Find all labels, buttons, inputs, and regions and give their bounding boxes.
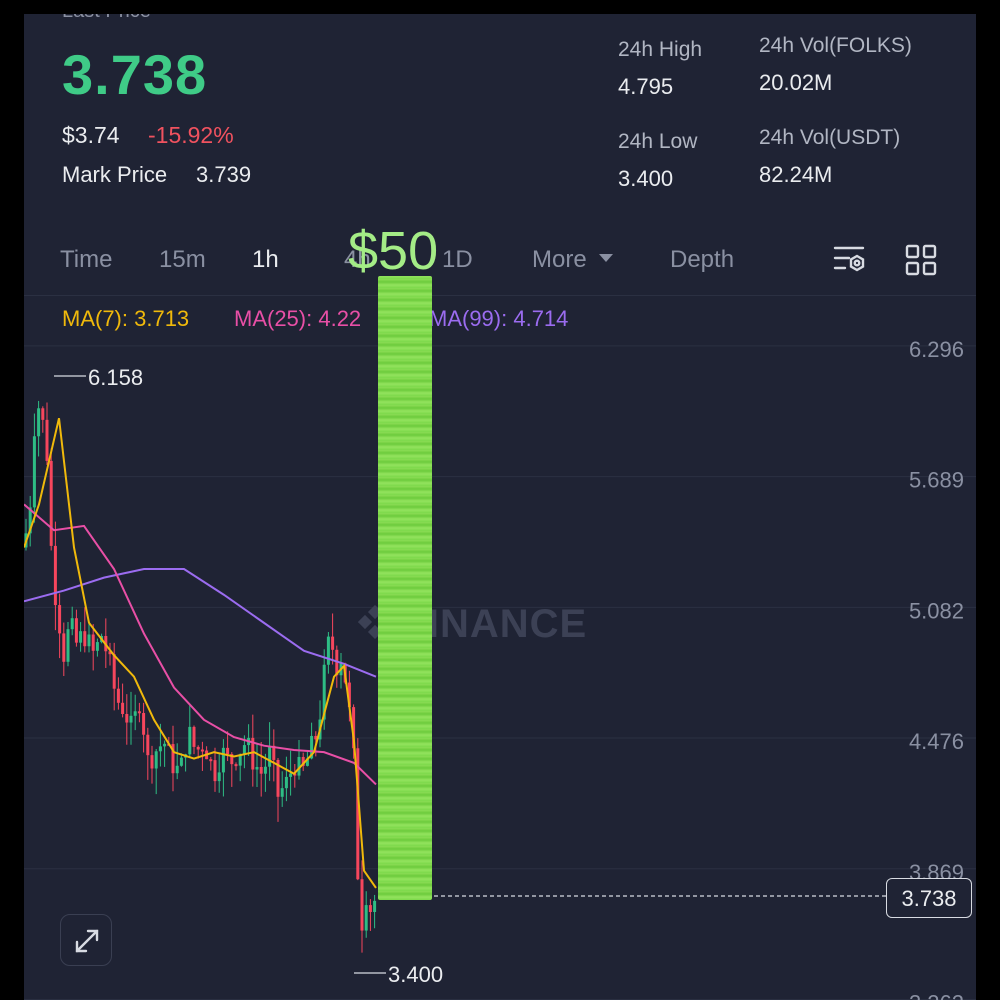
- candle-body: [74, 618, 78, 643]
- indicator-settings-icon[interactable]: [832, 243, 868, 277]
- overlay-green-bar: [378, 276, 432, 900]
- candle-body: [200, 749, 204, 752]
- tab-1d[interactable]: 1D: [442, 246, 473, 274]
- y-tick-label: 6.296: [909, 337, 964, 362]
- candle-body: [41, 408, 45, 420]
- candle-body: [49, 460, 53, 546]
- candle-body: [255, 766, 259, 770]
- candle-body: [87, 634, 91, 647]
- vol-base-value: 20.02M: [759, 70, 833, 95]
- candle-body: [142, 713, 146, 735]
- ma99-indicator: MA(99): 4.714: [429, 306, 569, 331]
- candle-body: [66, 629, 70, 662]
- candle-body: [37, 408, 41, 437]
- tab-15m[interactable]: 15m: [159, 246, 206, 274]
- tab-depth[interactable]: Depth: [670, 246, 734, 274]
- candle-body: [226, 747, 230, 755]
- candle-body: [79, 631, 83, 643]
- candle-body: [158, 746, 162, 752]
- candle-body: [116, 688, 120, 703]
- ma25-indicator: MA(25): 4.22: [234, 306, 362, 331]
- high-24h-label: 24h High: [618, 38, 703, 61]
- candle-body: [137, 711, 141, 714]
- tab-1h[interactable]: 1h: [252, 246, 279, 274]
- tabs-divider: [24, 295, 976, 296]
- usd-price: $3.74: [62, 122, 120, 148]
- low-24h-label: 24h Low: [618, 130, 698, 153]
- candle-body: [360, 879, 364, 931]
- last-price: 3.738: [62, 43, 208, 106]
- candle-body: [133, 711, 137, 716]
- overlay-label: $50: [348, 221, 439, 281]
- candle-body: [175, 765, 179, 774]
- candle-body: [284, 776, 288, 789]
- candle-body: [217, 772, 221, 782]
- candle-body: [112, 654, 116, 689]
- low-marker-label: 3.400: [388, 962, 443, 987]
- vol-quote-label: 24h Vol(USDT): [759, 126, 901, 149]
- y-tick-label: 5.689: [909, 468, 964, 493]
- candle-body: [263, 766, 267, 774]
- candle-body: [150, 755, 154, 769]
- candle-body: [213, 760, 217, 782]
- candle-body: [196, 746, 200, 750]
- y-tick-label: 3.262: [909, 991, 964, 1000]
- candle-body: [280, 788, 284, 797]
- ma7-indicator: MA(7): 3.713: [62, 306, 190, 331]
- candle-body: [83, 631, 87, 647]
- candle-body: [146, 734, 150, 756]
- candle-body: [368, 905, 372, 913]
- candle-body: [188, 726, 192, 755]
- candle-body: [121, 702, 125, 714]
- candle-body: [70, 618, 74, 630]
- candle-body: [45, 419, 49, 461]
- candle-body: [95, 642, 99, 651]
- vol-base-label: 24h Vol(FOLKS): [759, 34, 912, 57]
- caret-down-icon: [599, 254, 614, 262]
- candle-body: [154, 751, 158, 769]
- low-24h-value: 3.400: [618, 166, 674, 191]
- candle-body: [364, 905, 368, 931]
- ma7-line: [24, 417, 377, 889]
- y-tick-label: 4.476: [909, 729, 964, 754]
- last-price-label: Last Price: [62, 14, 151, 23]
- expand-chart-button[interactable]: [60, 914, 112, 966]
- change-percent: -15.92%: [148, 122, 234, 148]
- candle-body: [331, 636, 335, 650]
- candle-body: [125, 713, 129, 723]
- candle-body: [32, 436, 36, 508]
- vol-quote-value: 82.24M: [759, 162, 833, 187]
- candle-body: [179, 757, 183, 766]
- mark-price-label: Mark Price: [62, 162, 168, 187]
- tab-more[interactable]: More: [532, 246, 615, 274]
- tab-more-label: More: [532, 246, 587, 273]
- high-marker-label: 6.158: [88, 365, 143, 390]
- mark-price-value: 3.739: [196, 162, 252, 187]
- tab-time[interactable]: Time: [60, 246, 112, 274]
- y-tick-label: 5.082: [909, 598, 964, 623]
- current-price-tag: 3.738: [886, 878, 972, 918]
- candle-body: [234, 764, 238, 767]
- candle-body: [289, 773, 293, 777]
- candle-body: [259, 766, 263, 774]
- candle-body: [209, 759, 213, 762]
- candle-body: [62, 633, 66, 662]
- candle-body: [221, 747, 225, 773]
- candle-body: [373, 900, 377, 913]
- candle-body: [53, 545, 57, 606]
- candle-body: [192, 726, 196, 747]
- layout-grid-icon[interactable]: [904, 243, 938, 277]
- candle-body: [268, 745, 272, 767]
- candle-body: [163, 743, 167, 747]
- candle-body: [129, 715, 133, 723]
- expand-icon: [75, 929, 99, 953]
- candle-body: [91, 634, 95, 651]
- high-24h-value: 4.795: [618, 74, 674, 99]
- candle-body: [58, 605, 62, 634]
- candle-body: [242, 745, 246, 755]
- candle-body: [326, 636, 330, 665]
- trading-app: 6.2965.6895.0824.4763.8693.2626.1583.400…: [24, 14, 976, 1000]
